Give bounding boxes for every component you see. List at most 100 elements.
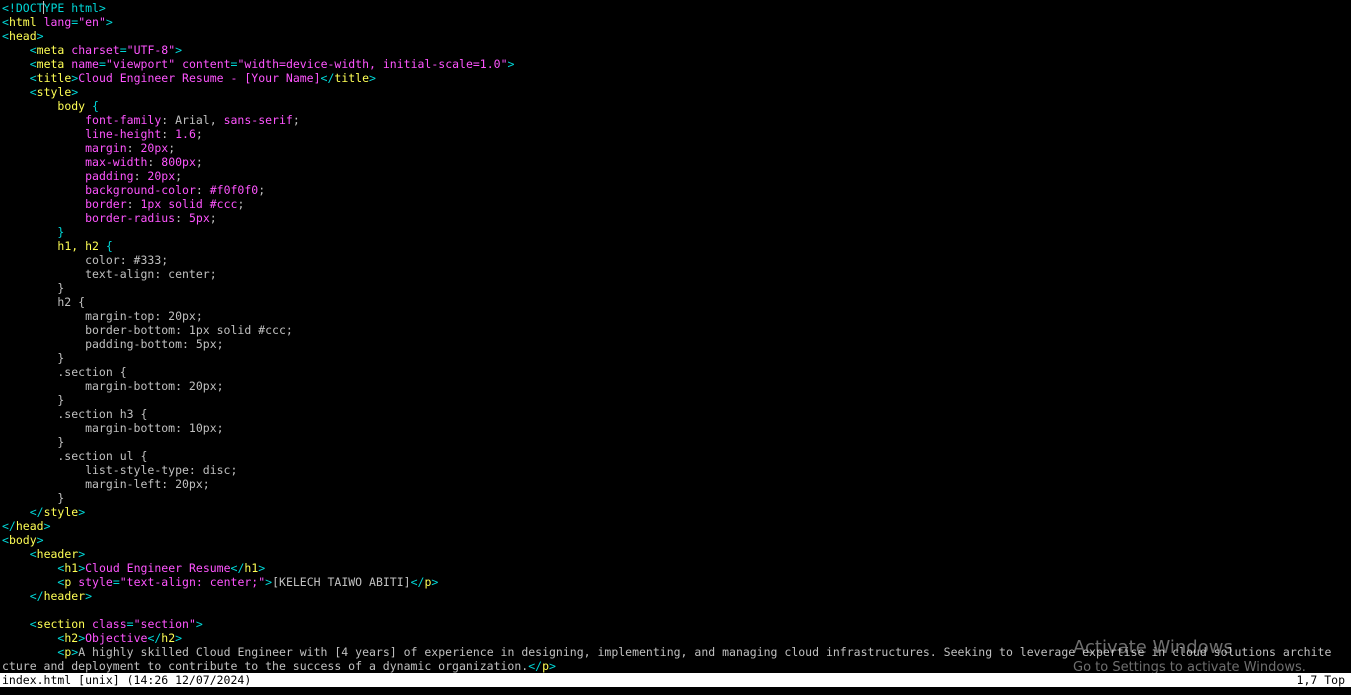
code-token: style <box>43 505 79 519</box>
code-line[interactable]: <title>Cloud Engineer Resume - [Your Nam… <box>2 71 1349 85</box>
code-line[interactable]: font-family: Arial, sans-serif; <box>2 113 1349 127</box>
code-line[interactable]: } <box>2 351 1349 365</box>
code-token: h1, h2 <box>57 239 99 253</box>
code-token: "width=device-width, initial-scale=1.0" <box>237 57 508 71</box>
code-line[interactable]: text-align: center; <box>2 267 1349 281</box>
code-line[interactable]: } <box>2 225 1349 239</box>
code-token: = <box>112 575 120 589</box>
code-line[interactable]: } <box>2 393 1349 407</box>
code-line[interactable]: <section class="section"> <box>2 617 1349 631</box>
code-token: h2 <box>64 631 79 645</box>
code-line[interactable]: </head> <box>2 519 1349 533</box>
code-token: > <box>85 589 93 603</box>
code-token: charset <box>64 43 120 57</box>
code-token: head <box>15 519 44 533</box>
code-line[interactable]: padding-bottom: 5px; <box>2 337 1349 351</box>
code-token: border-bottom: 1px solid #ccc; <box>2 323 293 337</box>
code-token: .section h3 { <box>2 407 148 421</box>
code-token: h1 <box>64 561 79 575</box>
code-token: lang <box>36 15 72 29</box>
code-line[interactable]: } <box>2 281 1349 295</box>
code-line[interactable]: background-color: #f0f0f0; <box>2 183 1349 197</box>
code-line[interactable]: line-height: 1.6; <box>2 127 1349 141</box>
code-line[interactable]: <html lang="en"> <box>2 15 1349 29</box>
code-line[interactable]: </style> <box>2 505 1349 519</box>
code-line[interactable]: h1, h2 { <box>2 239 1349 253</box>
code-line[interactable]: .section { <box>2 365 1349 379</box>
code-line[interactable]: <header> <box>2 547 1349 561</box>
code-line[interactable]: cture and deployment to contribute to th… <box>2 659 1349 673</box>
code-line[interactable]: <head> <box>2 29 1349 43</box>
code-token: "en" <box>78 15 106 29</box>
code-token: style <box>36 85 72 99</box>
code-line[interactable]: list-style-type: disc; <box>2 463 1349 477</box>
code-token: .section { <box>2 365 127 379</box>
code-line[interactable] <box>2 603 1349 617</box>
code-line[interactable]: <p>A highly skilled Cloud Engineer with … <box>2 645 1349 659</box>
code-token: = <box>98 57 106 71</box>
code-line[interactable]: padding: 20px; <box>2 169 1349 183</box>
code-line[interactable]: <style> <box>2 85 1349 99</box>
code-token: class <box>85 617 127 631</box>
code-line[interactable]: margin-left: 20px; <box>2 477 1349 491</box>
code-line[interactable]: border-bottom: 1px solid #ccc; <box>2 323 1349 337</box>
code-line[interactable]: border-radius: 5px; <box>2 211 1349 225</box>
code-line[interactable]: .section h3 { <box>2 407 1349 421</box>
code-token: h1 <box>244 561 259 575</box>
code-line[interactable]: margin-bottom: 10px; <box>2 421 1349 435</box>
code-line[interactable]: margin-bottom: 20px; <box>2 379 1349 393</box>
code-line[interactable]: max-width: 800px; <box>2 155 1349 169</box>
code-token: #f0f0f0 <box>209 183 259 197</box>
code-line[interactable]: margin-top: 20px; <box>2 309 1349 323</box>
code-token: < <box>2 29 9 43</box>
code-token: "text-align: center;" <box>119 575 266 589</box>
code-line[interactable]: h2 { <box>2 295 1349 309</box>
code-line[interactable]: <meta charset="UTF-8"> <box>2 43 1349 57</box>
code-token: meta <box>36 43 65 57</box>
code-line[interactable]: <h2>Objective</h2> <box>2 631 1349 645</box>
code-line[interactable]: <meta name="viewport" content="width=dev… <box>2 57 1349 71</box>
code-line[interactable]: body { <box>2 99 1349 113</box>
code-line[interactable]: margin: 20px; <box>2 141 1349 155</box>
code-token: </ <box>147 631 162 645</box>
code-token: sans-serif <box>223 113 293 127</box>
code-line[interactable]: <h1>Cloud Engineer Resume</h1> <box>2 561 1349 575</box>
code-token: font-family <box>85 113 162 127</box>
code-token: < <box>2 15 9 29</box>
code-line[interactable]: <p style="text-align: center;">[KELECH T… <box>2 575 1349 589</box>
text-cursor <box>43 1 44 14</box>
code-line[interactable]: border: 1px solid #ccc; <box>2 197 1349 211</box>
code-token: ; <box>237 197 245 211</box>
code-token: Objective <box>85 631 148 645</box>
code-token: > <box>258 561 266 575</box>
code-token: < <box>29 43 37 57</box>
editor-buffer[interactable]: <!DOCTYPE html> <html lang="en"> <head> <m… <box>2 1 1349 673</box>
code-token: : <box>126 197 141 211</box>
code-token: > <box>36 533 44 547</box>
code-token: } <box>2 351 65 365</box>
code-line[interactable]: <!DOCTYPE html> <box>2 1 1349 15</box>
code-line[interactable]: color: #333; <box>2 253 1349 267</box>
vim-terminal-window[interactable]: <!DOCTYPE html> <html lang="en"> <head> <m… <box>0 0 1351 695</box>
code-line[interactable]: .section ul { <box>2 449 1349 463</box>
code-token: margin <box>85 141 127 155</box>
code-line[interactable]: } <box>2 435 1349 449</box>
code-token: [KELECH TAIWO ABITI] <box>272 575 411 589</box>
code-token: < <box>29 57 37 71</box>
code-token: : <box>133 169 148 183</box>
code-token: </ <box>230 561 245 575</box>
code-line[interactable]: </header> <box>2 589 1349 603</box>
code-line[interactable]: <body> <box>2 533 1349 547</box>
code-line[interactable]: } <box>2 491 1349 505</box>
